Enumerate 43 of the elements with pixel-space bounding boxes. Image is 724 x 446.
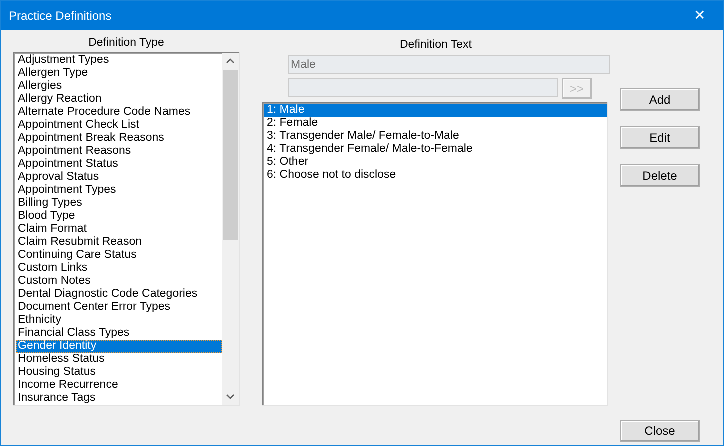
list-item[interactable]: Allergen Type — [16, 67, 222, 80]
list-item[interactable]: Approval Status — [16, 171, 222, 184]
action-button[interactable]: Edit — [620, 126, 700, 149]
list-item[interactable]: Housing Status — [16, 366, 222, 379]
list-item[interactable]: Income Recurrence — [16, 379, 222, 392]
list-item[interactable]: Appointment Check List — [16, 119, 222, 132]
list-item[interactable]: Homeless Status — [16, 353, 222, 366]
list-item[interactable]: Continuing Care Status — [16, 249, 222, 262]
close-button[interactable]: ✕ — [677, 1, 723, 30]
list-item[interactable]: Custom Links — [16, 262, 222, 275]
list-item[interactable]: Financial Class Types — [16, 327, 222, 340]
scrollbar-thumb[interactable] — [223, 70, 238, 240]
list-item[interactable]: Appointment Types — [16, 184, 222, 197]
list-item[interactable]: 5: Other — [264, 156, 607, 169]
list-item[interactable]: Claim Resubmit Reason — [16, 236, 222, 249]
close-dialog-button[interactable]: Close — [620, 420, 700, 442]
action-button[interactable]: Add — [620, 88, 700, 111]
list-item[interactable]: 6: Choose not to disclose — [264, 169, 607, 182]
list-item[interactable]: Claim Format — [16, 223, 222, 236]
list-item[interactable]: Allergy Reaction — [16, 93, 222, 106]
list-item[interactable]: Document Center Error Types — [16, 301, 222, 314]
list-item[interactable]: Dental Diagnostic Code Categories — [16, 288, 222, 301]
list-item[interactable]: Ethnicity — [16, 314, 222, 327]
list-item[interactable]: Insurance Tags — [16, 392, 222, 405]
window-title: Practice Definitions — [9, 8, 112, 24]
action-button[interactable]: Delete — [620, 164, 700, 187]
field-label: Definition Text — [398, 38, 474, 53]
list-label: Definition Type — [88, 36, 166, 51]
list-item[interactable]: Billing Types — [16, 197, 222, 210]
list-item[interactable]: Appointment Break Reasons — [16, 132, 222, 145]
list-item[interactable]: Alternate Procedure Code Names — [16, 106, 222, 119]
list-item[interactable]: Adjustment Types — [16, 54, 222, 67]
scrollbar[interactable] — [222, 53, 239, 405]
list-item[interactable]: Appointment Status — [16, 158, 222, 171]
list-item[interactable]: 3: Transgender Male/ Female-to-Male — [264, 130, 607, 143]
list-item[interactable]: Blood Type — [16, 210, 222, 223]
list-item[interactable]: 2: Female — [264, 117, 607, 130]
list-item[interactable]: Appointment Reasons — [16, 145, 222, 158]
list-item[interactable]: Custom Notes — [16, 275, 222, 288]
list-item[interactable]: Gender Identity — [16, 340, 222, 353]
list-item[interactable]: Allergies — [16, 80, 222, 93]
list-item[interactable]: 4: Transgender Female/ Male-to-Female — [264, 143, 607, 156]
list-item[interactable]: 1: Male — [264, 104, 607, 117]
